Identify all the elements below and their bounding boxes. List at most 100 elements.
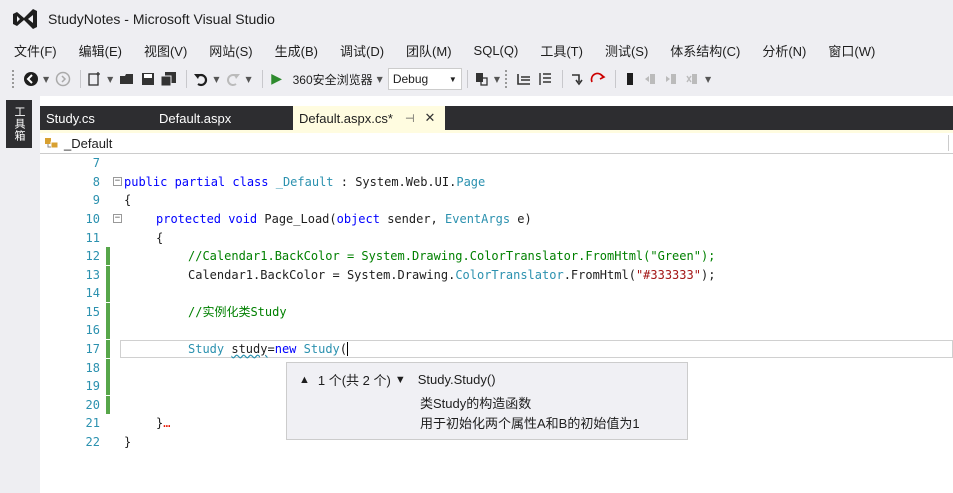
- chevron-down-icon[interactable]: ▼: [43, 75, 49, 84]
- tab-label: Study.cs: [46, 110, 95, 126]
- navigate-forward-icon[interactable]: [54, 68, 72, 90]
- menu-file[interactable]: 文件(F): [14, 41, 57, 60]
- menu-edit[interactable]: 编辑(E): [79, 41, 122, 60]
- collapse-region-icon[interactable]: −: [113, 214, 122, 223]
- toolbar-separator: [186, 70, 188, 88]
- properties-window-icon[interactable]: [536, 68, 554, 90]
- toolbar-separator: [614, 70, 616, 88]
- line-number: 20: [85, 398, 100, 412]
- toolbar-separator: [466, 70, 468, 88]
- undo-icon[interactable]: [192, 68, 210, 90]
- chevron-down-icon[interactable]: ▼: [705, 75, 711, 84]
- navigation-bar[interactable]: _Default: [40, 130, 953, 154]
- toolbox-tab[interactable]: 工具箱: [6, 100, 32, 148]
- next-bookmark-icon[interactable]: [663, 68, 681, 90]
- menu-website[interactable]: 网站(S): [209, 41, 252, 60]
- new-project-icon[interactable]: [86, 68, 104, 90]
- save-icon[interactable]: [139, 68, 157, 90]
- chevron-down-icon[interactable]: ▼: [107, 75, 113, 84]
- menu-team[interactable]: 团队(M): [406, 41, 452, 60]
- error-squiggle: …: [163, 416, 171, 430]
- line-number: 19: [85, 379, 100, 393]
- chevron-down-icon[interactable]: ▼: [245, 75, 251, 84]
- code-line: 14: [40, 284, 953, 302]
- menu-sql[interactable]: SQL(Q): [474, 43, 519, 58]
- line-number: 22: [85, 435, 100, 449]
- code-line: 12 //Calendar1.BackColor = System.Drawin…: [40, 247, 953, 265]
- previous-bookmark-icon[interactable]: [642, 68, 660, 90]
- solution-configuration-value: Debug: [392, 72, 429, 86]
- chevron-down-icon[interactable]: ▼: [213, 75, 219, 84]
- bookmark-icon[interactable]: [621, 68, 639, 90]
- tooltip-description: 类Study的构造函数: [420, 396, 532, 411]
- toolbar-separator: [261, 70, 263, 88]
- browser-label[interactable]: 360安全浏览器: [293, 71, 373, 88]
- pin-icon[interactable]: ⊣: [405, 112, 415, 125]
- change-marker: [106, 359, 110, 377]
- code-text: {: [124, 193, 132, 207]
- chevron-down-icon: ▼: [448, 74, 457, 84]
- find-in-files-icon[interactable]: [473, 68, 491, 90]
- menu-view[interactable]: 视图(V): [144, 41, 187, 60]
- toolbar-grip[interactable]: [12, 70, 16, 88]
- code-line: 13 Calendar1.BackColor = System.Drawing.…: [40, 266, 953, 284]
- line-number: 10: [85, 212, 100, 226]
- code-comment: //实例化类Study: [188, 305, 287, 319]
- tab-default-aspx[interactable]: Default.aspx: [153, 106, 293, 130]
- chevron-down-icon[interactable]: ▼: [494, 75, 500, 84]
- change-marker: [106, 266, 110, 284]
- open-file-icon[interactable]: [118, 68, 136, 90]
- code-line: 15 //实例化类Study: [40, 303, 953, 321]
- solution-configuration-select[interactable]: Debug ▼: [387, 68, 462, 90]
- class-icon: [44, 136, 60, 150]
- toolbar-separator: [80, 70, 82, 88]
- overload-counter: 1 个(共 2 个): [317, 373, 391, 388]
- close-icon[interactable]: ✕: [425, 110, 436, 126]
- code-text: }…: [156, 416, 171, 430]
- code-line: 10 − protected void Page_Load(object sen…: [40, 210, 953, 228]
- tab-study-cs[interactable]: Study.cs: [40, 106, 153, 130]
- code-editor[interactable]: 7 8 − public partial class _Default : Sy…: [40, 154, 953, 493]
- change-marker: [106, 247, 110, 265]
- code-text: protected void Page_Load(object sender, …: [156, 212, 532, 226]
- tab-label: Default.aspx: [159, 110, 232, 126]
- visual-studio-logo-icon: [10, 4, 40, 34]
- menu-window[interactable]: 窗口(W): [828, 41, 875, 60]
- code-text: Calendar1.BackColor = System.Drawing.Col…: [188, 268, 716, 282]
- save-all-icon[interactable]: [160, 68, 178, 90]
- left-tool-strip: [0, 96, 40, 493]
- solution-explorer-icon[interactable]: [515, 68, 533, 90]
- collapse-region-icon[interactable]: −: [113, 177, 122, 186]
- clear-bookmarks-icon[interactable]: [684, 68, 702, 90]
- code-line: 16: [40, 321, 953, 339]
- tab-label: Default.aspx.cs*: [299, 110, 393, 126]
- chevron-down-icon[interactable]: ▼: [377, 75, 383, 84]
- menu-architecture[interactable]: 体系结构(C): [670, 41, 740, 60]
- line-number: 14: [85, 286, 100, 300]
- code-line: 7: [40, 154, 953, 172]
- start-debugging-icon[interactable]: ▶: [268, 68, 286, 90]
- menu-test[interactable]: 测试(S): [605, 41, 648, 60]
- toolbar-grip[interactable]: [504, 70, 509, 88]
- previous-overload-icon[interactable]: ▲: [299, 374, 310, 386]
- navigate-back-icon[interactable]: [22, 68, 40, 90]
- line-number: 12: [85, 249, 100, 263]
- next-overload-icon[interactable]: ▼: [395, 374, 406, 386]
- tab-default-aspx-cs[interactable]: Default.aspx.cs* ⊣ ✕: [293, 106, 446, 130]
- toolbar-separator: [561, 70, 563, 88]
- line-number: 11: [85, 231, 100, 245]
- menu-debug[interactable]: 调试(D): [340, 41, 384, 60]
- step-over-icon[interactable]: [589, 68, 607, 90]
- line-number: 13: [85, 268, 100, 282]
- line-number: 21: [85, 416, 100, 430]
- change-marker: [106, 284, 110, 302]
- menu-bar: 文件(F) 编辑(E) 视图(V) 网站(S) 生成(B) 调试(D) 团队(M…: [0, 38, 953, 62]
- code-comment: //Calendar1.BackColor = System.Drawing.C…: [188, 249, 716, 263]
- redo-icon[interactable]: [224, 68, 242, 90]
- step-into-icon[interactable]: [568, 68, 586, 90]
- menu-analyze[interactable]: 分析(N): [762, 41, 806, 60]
- menu-tools[interactable]: 工具(T): [540, 41, 583, 60]
- code-text: {: [156, 231, 164, 245]
- code-line: 8 − public partial class _Default : Syst…: [40, 173, 953, 191]
- menu-build[interactable]: 生成(B): [275, 41, 318, 60]
